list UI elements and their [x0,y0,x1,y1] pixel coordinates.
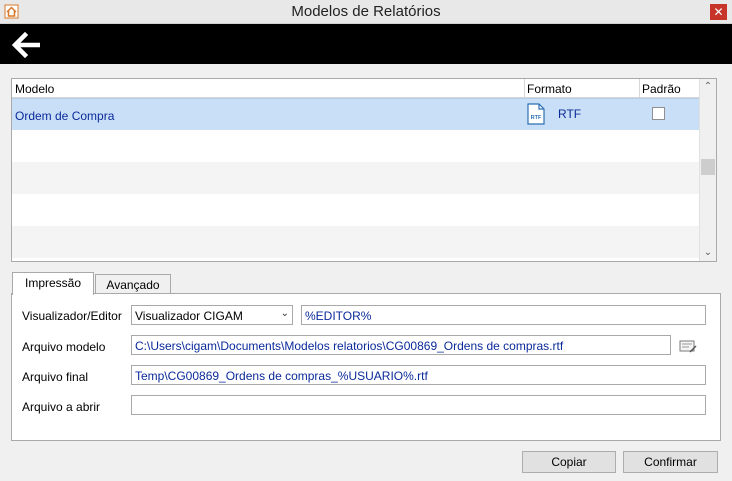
rtf-icon-label: RTF [531,115,542,121]
models-grid: Modelo Formato Padrão Ordem de Compra RT… [11,78,717,262]
impressao-panel: Visualizador/Editor Visualizador CIGAM ⌄… [11,293,721,441]
back-arrow-icon[interactable] [10,32,40,58]
empty-row [12,226,700,258]
confirm-button[interactable]: Confirmar [623,451,718,473]
final-file-field[interactable]: Temp\CG00869_Ordens de compras_%USUARIO%… [131,365,706,385]
grid-header: Modelo Formato Padrão [12,79,700,98]
window-title: Modelos de Relatórios [291,3,441,20]
open-file-label: Arquivo a abrir [22,400,101,414]
scroll-down-icon[interactable]: ⌄ [700,245,716,261]
open-file-field[interactable] [131,395,706,415]
row-format: RTF [558,107,582,121]
close-button[interactable]: ✕ [710,4,727,20]
scrollbar-thumb[interactable] [701,159,715,175]
column-header-default[interactable]: Padrão [642,82,681,96]
viewer-select[interactable]: Visualizador CIGAM ⌄ [131,305,293,325]
row-default-checkbox[interactable] [652,107,665,120]
empty-row [12,162,700,194]
row-model-name: Ordem de Compra [15,109,115,123]
grid-vertical-scrollbar[interactable]: ⌃ ⌄ [699,79,716,261]
editor-param-field[interactable]: %EDITOR% [301,305,706,325]
toolbar [0,24,732,64]
grid-row[interactable]: Ordem de Compra RTF RTF [12,98,700,130]
empty-row [12,130,700,162]
tab-impressao[interactable]: Impressão [12,272,94,295]
column-header-format[interactable]: Formato [527,82,572,96]
model-file-field[interactable]: C:\Users\cigam\Documents\Modelos relator… [131,335,671,355]
tab-avancado[interactable]: Avançado [95,274,171,294]
viewer-label: Visualizador/Editor [22,309,122,323]
browse-file-icon[interactable] [679,338,697,354]
chevron-down-icon: ⌄ [280,308,289,319]
column-header-model[interactable]: Modelo [15,82,54,96]
viewer-select-value: Visualizador CIGAM [135,309,243,323]
empty-row [12,194,700,226]
final-file-label: Arquivo final [22,370,89,384]
rtf-file-icon: RTF [527,103,545,125]
scroll-up-icon[interactable]: ⌃ [700,79,716,95]
model-file-label: Arquivo modelo [22,340,106,354]
title-bar: Modelos de Relatórios ✕ [0,0,732,24]
copy-button[interactable]: Copiar [522,451,616,473]
